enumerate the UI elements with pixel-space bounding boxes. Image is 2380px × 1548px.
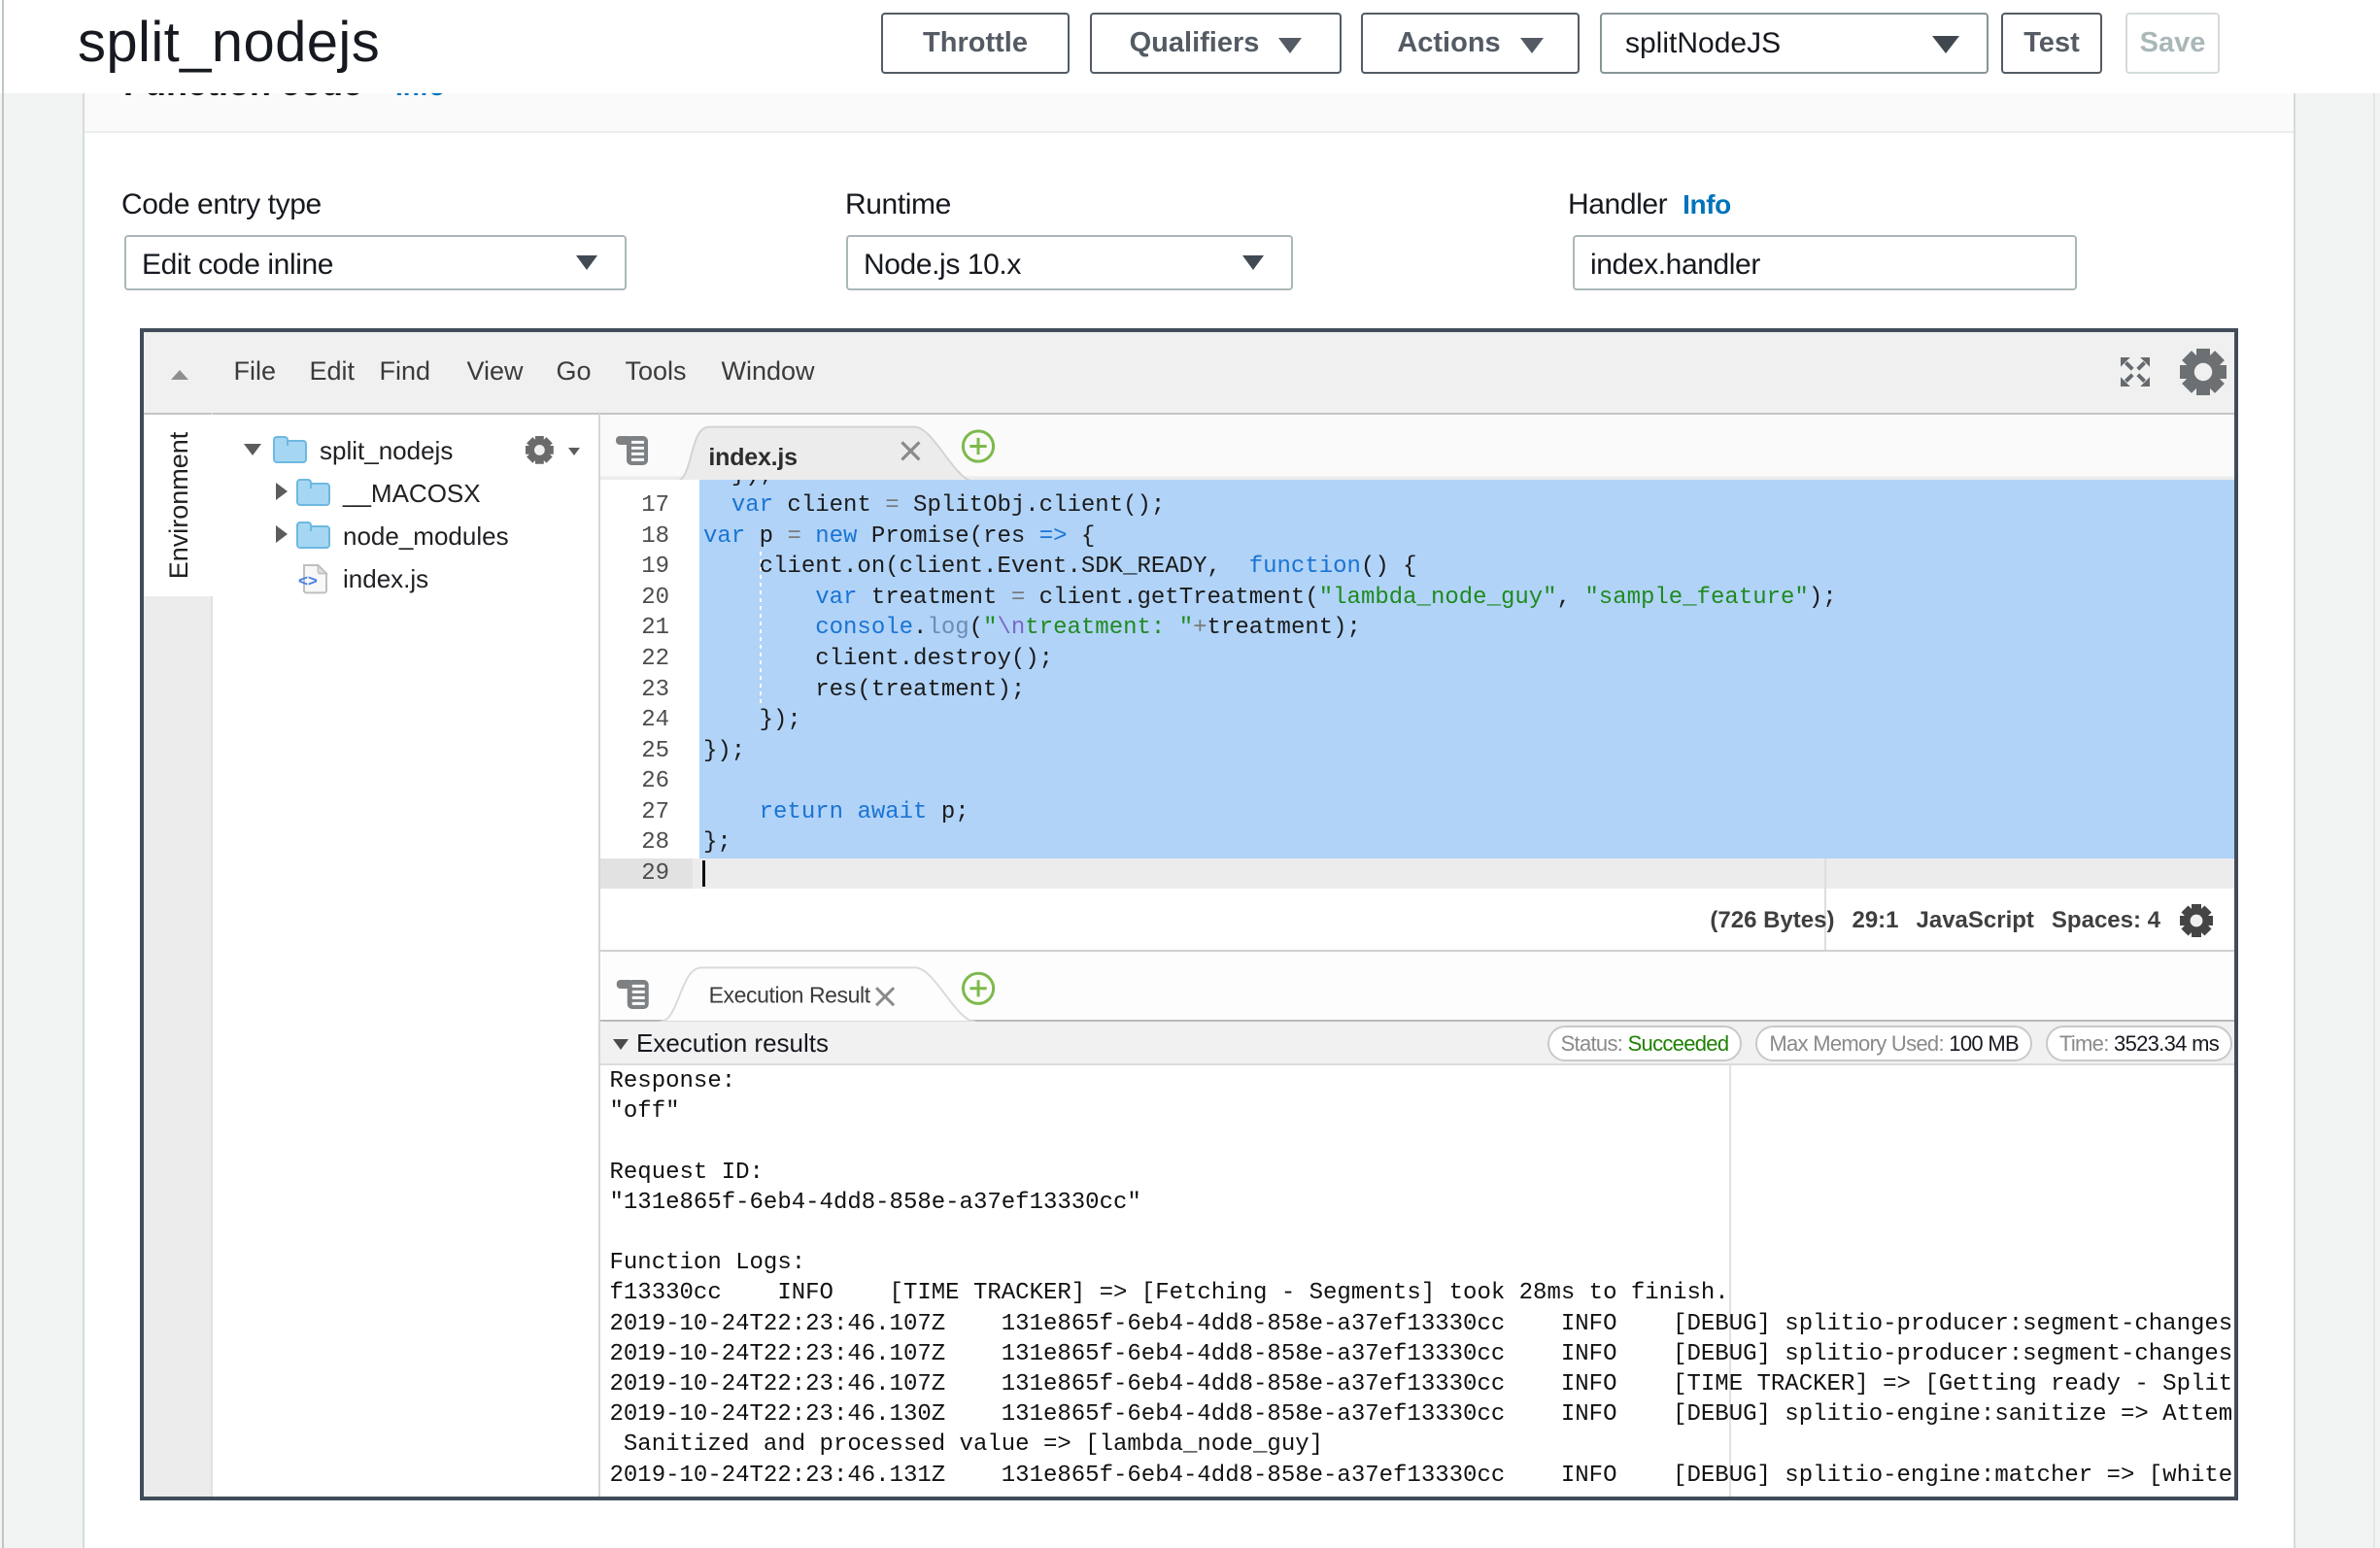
svg-text:index.js: index.js [708, 444, 798, 471]
svg-text:<>: <> [298, 571, 318, 589]
svg-text:Execution Result: Execution Result [709, 982, 871, 1007]
